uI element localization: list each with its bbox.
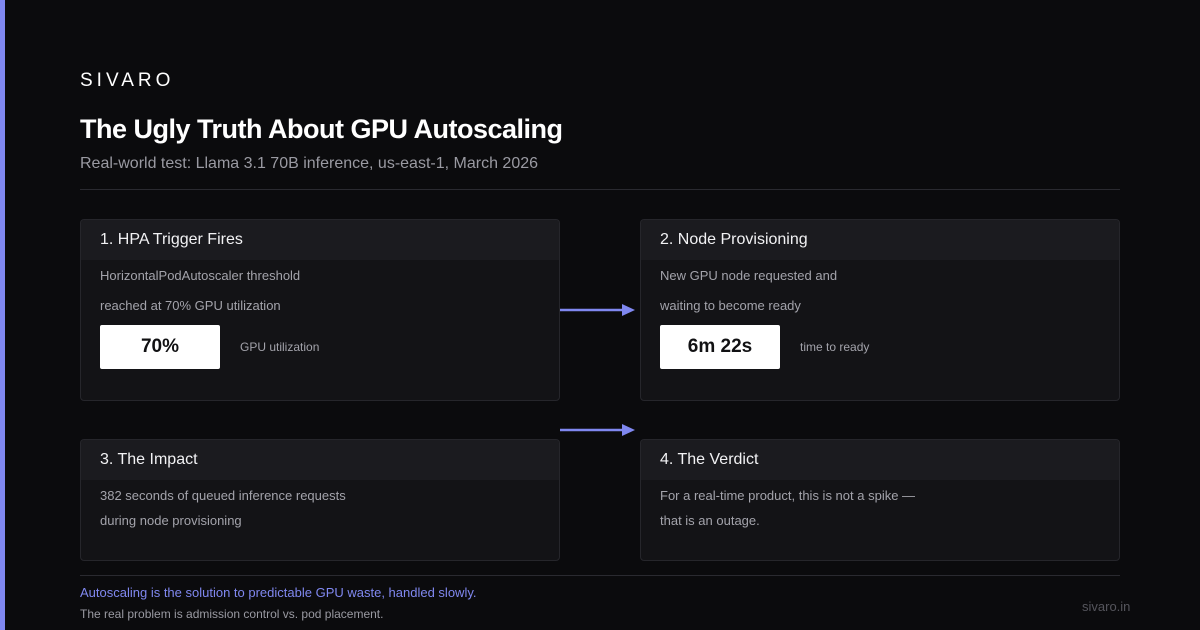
step-card-node-provisioning: 2. Node Provisioning New GPU node reques… [640,219,1120,401]
page-title: The Ugly Truth About GPU Autoscaling [80,114,563,144]
card-text-line: waiting to become ready [660,298,801,313]
card-text-line: during node provisioning [100,513,242,528]
step-card-hpa-trigger: 1. HPA Trigger Fires HorizontalPodAutosc… [80,219,560,401]
card-text-line: For a real-time product, this is not a s… [660,488,916,503]
card-text-line: that is an outage. [660,513,760,528]
card-text-line: reached at 70% GPU utilization [100,298,281,313]
arrow-right-icon [560,424,635,436]
card-text-line: HorizontalPodAutoscaler threshold [100,268,301,283]
step-card-impact: 3. The Impact 382 seconds of queued infe… [80,439,560,561]
footer-headline: Autoscaling is the solution to predictab… [80,585,477,600]
footer-subtext: The real problem is admission control vs… [80,607,384,621]
card-text-line: New GPU node requested and [660,268,838,283]
card-heading: 2. Node Provisioning [641,220,1119,260]
card-heading: 4. The Verdict [641,440,1119,480]
site-url: sivaro.in [1082,599,1131,614]
metric-value: 70% [100,325,220,369]
metric-label: GPU utilization [240,340,320,354]
card-heading: 3. The Impact [81,440,559,480]
metric-value: 6m 22s [660,325,780,369]
footer-divider [80,575,1120,576]
page-subtitle: Real-world test: Llama 3.1 70B inference… [80,155,539,172]
card-heading: 1. HPA Trigger Fires [81,220,559,260]
metric-label: time to ready [800,340,870,354]
accent-bar [0,0,5,630]
brand-logo: SIVARO [80,70,175,91]
card-text-line: 382 seconds of queued inference requests [100,488,346,503]
header-divider [80,189,1120,190]
arrow-right-icon [560,304,635,316]
step-card-verdict: 4. The Verdict For a real-time product, … [640,439,1120,561]
